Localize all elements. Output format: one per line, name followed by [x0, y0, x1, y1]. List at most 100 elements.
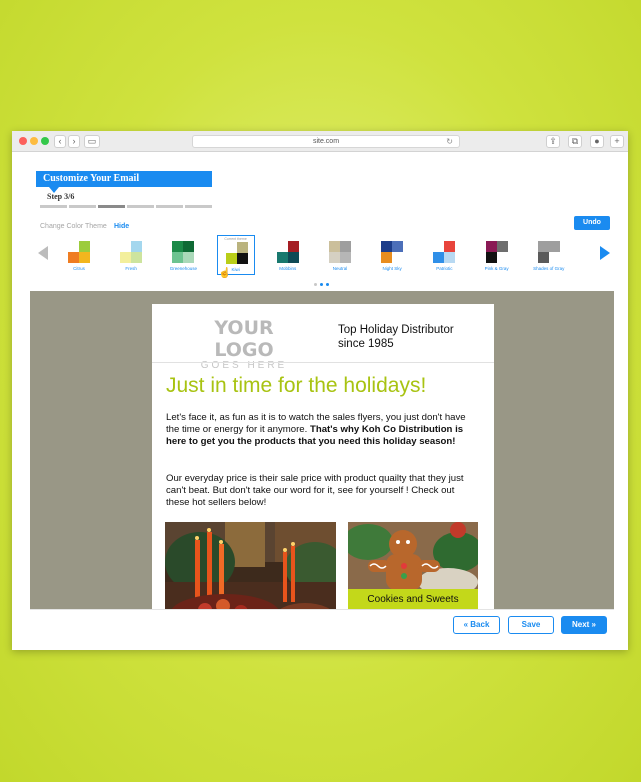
- zoom-window-button[interactable]: [41, 137, 49, 145]
- swatch-color: [485, 241, 497, 252]
- theme-swatch: [276, 241, 299, 263]
- swatch-color: [172, 241, 184, 252]
- holiday-table-image: [165, 522, 336, 609]
- step-label: Step 3/6: [47, 192, 75, 201]
- email-paragraph-1[interactable]: Let's face it, as fun as it is to watch …: [166, 412, 476, 448]
- theme-option[interactable]: Greenehouse: [164, 235, 202, 275]
- theme-name: Patriotic: [436, 266, 453, 271]
- pager-dot[interactable]: [326, 283, 329, 286]
- logo-line1: YOUR LOGO: [214, 317, 274, 361]
- email-preview: YOUR LOGO GOES HERE Top Holiday Distribu…: [152, 304, 494, 609]
- email-headline[interactable]: Just in time for the holidays!: [166, 374, 426, 398]
- swatch-color: [120, 241, 132, 252]
- swatch-color: [444, 241, 456, 252]
- theme-swatch: [225, 242, 248, 264]
- back-button[interactable]: « Back: [453, 616, 500, 634]
- swatch-color: [392, 252, 404, 263]
- email-divider: [152, 362, 494, 363]
- previous-themes-arrow-icon[interactable]: [38, 246, 48, 260]
- progress-segment: [156, 205, 183, 208]
- step-banner: Customize Your Email: [36, 171, 212, 193]
- theme-name: Shades of Gray: [533, 266, 565, 271]
- swatch-color: [79, 241, 90, 252]
- step-progress: [40, 205, 212, 208]
- swatch-color: [392, 241, 404, 252]
- close-window-button[interactable]: [19, 137, 27, 145]
- reload-icon[interactable]: ↻: [446, 136, 453, 148]
- swatch-color: [276, 252, 288, 263]
- change-theme-label: Change Color Theme: [40, 223, 107, 230]
- theme-option[interactable]: Pink & Gray: [478, 235, 516, 275]
- swatch-color: [433, 252, 445, 263]
- swatch-color: [276, 241, 288, 252]
- theme-name: Mobbins: [279, 266, 297, 271]
- theme-option[interactable]: Mobbins: [269, 235, 307, 275]
- swatch-color: [329, 252, 340, 263]
- theme-swatch: [329, 241, 351, 263]
- minimize-window-button[interactable]: [30, 137, 38, 145]
- swatch-color: [433, 241, 445, 252]
- email-canvas: YOUR LOGO GOES HERE Top Holiday Distribu…: [30, 291, 614, 609]
- swatch-color: [548, 241, 560, 252]
- theme-option[interactable]: Shades of Gray: [530, 235, 568, 275]
- theme-name: Greenehouse: [169, 266, 198, 271]
- url-text: site.com: [312, 138, 340, 145]
- theme-swatch: [485, 241, 508, 263]
- save-button[interactable]: Save: [508, 616, 554, 634]
- product-caption[interactable]: Cookies and Sweets: [348, 589, 478, 609]
- swatch-color: [340, 241, 351, 252]
- share-icon[interactable]: ⇪: [546, 135, 560, 148]
- theme-option[interactable]: Citrus: [60, 235, 98, 275]
- hide-link[interactable]: Hide: [114, 223, 129, 230]
- theme-swatch: [68, 241, 90, 263]
- swatch-color: [183, 241, 195, 252]
- pager-dot[interactable]: [320, 283, 323, 286]
- next-button[interactable]: Next »: [561, 616, 607, 634]
- sidebar-toggle-icon[interactable]: ▭: [84, 135, 100, 148]
- swatch-color: [225, 253, 237, 264]
- theme-swatch: [381, 241, 404, 263]
- swatch-color: [496, 252, 508, 263]
- email-paragraph-2[interactable]: Our everyday price is their sale price w…: [166, 473, 476, 509]
- new-tab-icon[interactable]: +: [610, 135, 624, 148]
- theme-option[interactable]: Fresh: [112, 235, 150, 275]
- progress-segment: [185, 205, 212, 208]
- pager-dot[interactable]: [314, 283, 317, 286]
- theme-panel: Customize Your Email Step 3/6 Change Col…: [30, 171, 614, 291]
- browser-window: ‹ › ▭ site.com ↻ ⇪ ⧉ ● + Customize Your …: [12, 131, 628, 650]
- swatch-color: [120, 252, 132, 263]
- tabs-icon[interactable]: ⧉: [568, 135, 582, 148]
- swatch-color: [68, 252, 79, 263]
- swatch-color: [236, 253, 248, 264]
- swatch-color: [172, 252, 184, 263]
- email-tagline[interactable]: Top Holiday Distributor since 1985: [338, 323, 478, 351]
- extension-icon[interactable]: ●: [590, 135, 604, 148]
- current-theme-caption: Current theme: [224, 237, 247, 241]
- swatch-color: [340, 252, 351, 263]
- swatch-color: [225, 242, 237, 253]
- forward-arrow-icon[interactable]: ›: [68, 135, 80, 148]
- back-arrow-icon[interactable]: ‹: [54, 135, 66, 148]
- swatch-color: [287, 252, 299, 263]
- theme-swatch: [433, 241, 456, 263]
- progress-segment: [69, 205, 96, 208]
- progress-segment: [40, 205, 67, 208]
- next-themes-arrow-icon[interactable]: [600, 246, 610, 260]
- banner-title: Customize Your Email: [43, 173, 140, 184]
- wizard-footer: « Back Save Next »: [30, 609, 614, 641]
- undo-button[interactable]: Undo: [574, 216, 610, 230]
- theme-swatch: [537, 241, 560, 263]
- theme-name: Pink & Gray: [484, 266, 509, 271]
- swatch-color: [485, 252, 497, 263]
- theme-option[interactable]: Neutral: [321, 235, 359, 275]
- theme-swatch: [172, 241, 195, 263]
- swatch-color: [444, 252, 456, 263]
- theme-option[interactable]: Patriotic: [425, 235, 463, 275]
- address-bar[interactable]: site.com ↻: [192, 135, 460, 148]
- theme-name: Night Sky: [382, 266, 402, 271]
- swatch-color: [79, 252, 90, 263]
- theme-option[interactable]: Night Sky: [373, 235, 411, 275]
- swatch-color: [131, 241, 143, 252]
- holiday-table-photo[interactable]: [165, 522, 336, 609]
- progress-segment: [127, 205, 154, 208]
